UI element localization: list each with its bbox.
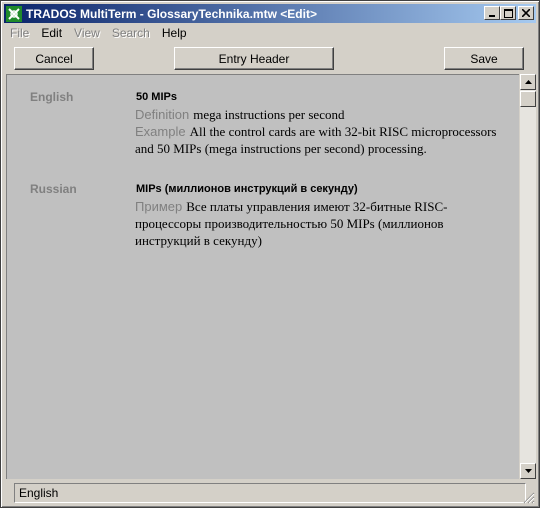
minimize-button[interactable] [484,6,500,20]
maximize-icon [503,8,513,18]
arrow-down-icon [524,469,532,473]
multiterm-app-icon[interactable] [6,5,22,22]
save-button[interactable]: Save [444,47,524,70]
window-controls [484,6,534,20]
toolbar: Cancel Entry Header Save [4,43,536,73]
menu-search[interactable]: Search [106,26,156,40]
entry-content-area[interactable]: English 50 MIPs Definition mega instructi… [6,74,519,479]
close-icon [522,9,530,17]
menu-file[interactable]: File [4,26,35,40]
status-language: English [19,486,59,500]
definition-label: Definition [135,107,190,122]
example-text: All the control cards are with 32-bit RI… [135,124,497,156]
language-label-russian: Russian [30,182,77,196]
maximize-button[interactable] [500,6,516,20]
vertical-scrollbar[interactable] [519,74,536,479]
menu-edit[interactable]: Edit [35,26,68,40]
example-field-russian[interactable]: Пример Все платы управления имеют 32-битн… [135,198,510,249]
term-english[interactable]: 50 MIPs [136,91,177,103]
status-panel: English [14,483,526,503]
resize-grip-icon[interactable] [523,492,535,504]
app-window: TRADOS MultiTerm - GlossaryTechnika.mtw … [0,0,540,508]
scroll-down-button[interactable] [520,463,536,479]
menu-bar: File Edit View Search Help [4,24,536,42]
definition-text: mega instructions per second [193,107,345,122]
example-field-english[interactable]: Example All the control cards are with 32… [135,123,510,157]
entry-header-button[interactable]: Entry Header [174,47,334,70]
close-button[interactable] [518,6,534,20]
minimize-icon [489,15,495,17]
status-bar: English [4,481,536,505]
definition-field-english[interactable]: Definition mega instructions per second [135,106,510,123]
menu-view[interactable]: View [68,26,106,40]
language-label-english: English [30,90,74,104]
scroll-up-button[interactable] [520,74,536,90]
arrow-up-icon [524,80,532,84]
cancel-button[interactable]: Cancel [14,47,94,70]
example-label-russian: Пример [135,199,183,214]
example-label: Example [135,124,186,139]
scroll-thumb[interactable] [520,91,536,107]
window-title: TRADOS MultiTerm - GlossaryTechnika.mtw … [26,6,317,21]
term-russian[interactable]: MIPs (миллионов инструкций в секунду) [136,183,358,195]
title-bar[interactable]: TRADOS MultiTerm - GlossaryTechnika.mtw … [4,4,536,23]
menu-help[interactable]: Help [156,26,193,40]
